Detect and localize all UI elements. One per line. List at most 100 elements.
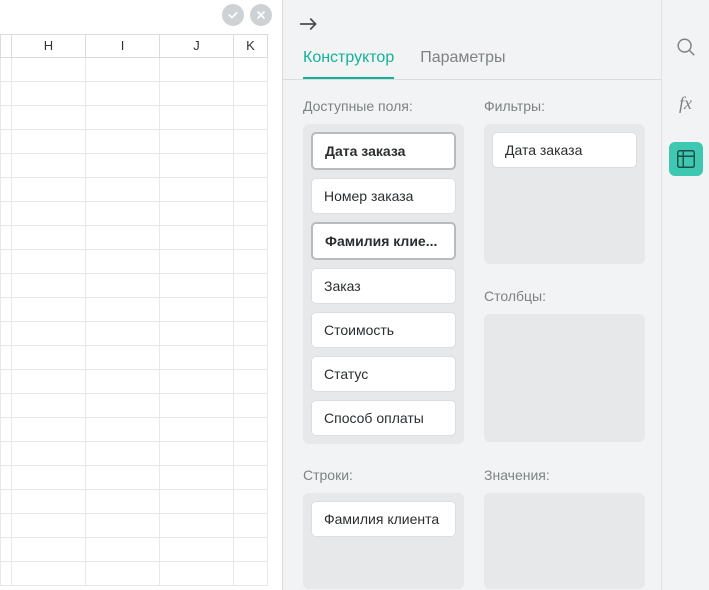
cell[interactable]	[160, 466, 234, 490]
cell[interactable]	[0, 538, 12, 562]
cell[interactable]	[160, 562, 234, 586]
cell[interactable]	[0, 130, 12, 154]
cell[interactable]	[0, 106, 12, 130]
cell[interactable]	[86, 418, 160, 442]
cell[interactable]	[0, 298, 12, 322]
columns-drop[interactable]	[484, 314, 645, 442]
cancel-button[interactable]	[250, 4, 272, 26]
cell[interactable]	[160, 538, 234, 562]
rows-drop[interactable]: Фамилия клиента	[303, 493, 464, 589]
cell[interactable]	[160, 490, 234, 514]
cell[interactable]	[160, 322, 234, 346]
cell[interactable]	[86, 394, 160, 418]
cell[interactable]	[234, 82, 268, 106]
cell[interactable]	[160, 370, 234, 394]
column-header[interactable]: J	[160, 34, 234, 58]
column-header[interactable]	[0, 34, 12, 58]
tab-constructor[interactable]: Конструктор	[303, 49, 394, 80]
cell[interactable]	[12, 154, 86, 178]
cell[interactable]	[12, 322, 86, 346]
cell[interactable]	[86, 370, 160, 394]
field-chip[interactable]: Заказ	[311, 268, 456, 304]
function-tool-icon[interactable]: fx	[669, 86, 703, 120]
cell[interactable]	[86, 322, 160, 346]
cell[interactable]	[160, 442, 234, 466]
cell[interactable]	[234, 154, 268, 178]
cell[interactable]	[234, 106, 268, 130]
cell[interactable]	[0, 202, 12, 226]
filters-drop[interactable]: Дата заказа	[484, 124, 645, 264]
cell[interactable]	[234, 226, 268, 250]
cell[interactable]	[86, 202, 160, 226]
cell[interactable]	[160, 298, 234, 322]
confirm-button[interactable]	[222, 4, 244, 26]
cell[interactable]	[12, 538, 86, 562]
cell[interactable]	[86, 346, 160, 370]
cell[interactable]	[0, 514, 12, 538]
cell[interactable]	[234, 370, 268, 394]
field-chip[interactable]: Стоимость	[311, 312, 456, 348]
cell[interactable]	[234, 538, 268, 562]
cell[interactable]	[86, 466, 160, 490]
cell[interactable]	[86, 250, 160, 274]
cell[interactable]	[0, 466, 12, 490]
cell[interactable]	[12, 490, 86, 514]
cell[interactable]	[0, 370, 12, 394]
search-tool-icon[interactable]	[669, 30, 703, 64]
cell[interactable]	[234, 562, 268, 586]
column-header[interactable]: I	[86, 34, 160, 58]
field-chip[interactable]: Дата заказа	[311, 132, 456, 170]
cell[interactable]	[234, 490, 268, 514]
cell[interactable]	[12, 226, 86, 250]
cell[interactable]	[160, 346, 234, 370]
cell[interactable]	[160, 202, 234, 226]
cell[interactable]	[12, 394, 86, 418]
cell[interactable]	[160, 154, 234, 178]
cell[interactable]	[86, 442, 160, 466]
cell[interactable]	[12, 466, 86, 490]
cell[interactable]	[234, 58, 268, 82]
cell[interactable]	[234, 178, 268, 202]
cell[interactable]	[160, 106, 234, 130]
cell[interactable]	[0, 562, 12, 586]
cell[interactable]	[12, 58, 86, 82]
cell[interactable]	[160, 58, 234, 82]
cell[interactable]	[12, 130, 86, 154]
cell[interactable]	[12, 514, 86, 538]
cell[interactable]	[0, 394, 12, 418]
cell[interactable]	[12, 82, 86, 106]
cell[interactable]	[0, 418, 12, 442]
cell[interactable]	[160, 82, 234, 106]
cell[interactable]	[234, 298, 268, 322]
cell[interactable]	[160, 418, 234, 442]
field-chip[interactable]: Фамилия клие...	[311, 222, 456, 260]
cell[interactable]	[86, 178, 160, 202]
cell[interactable]	[12, 106, 86, 130]
cell[interactable]	[0, 58, 12, 82]
cell[interactable]	[12, 274, 86, 298]
cell[interactable]	[160, 274, 234, 298]
cell[interactable]	[12, 442, 86, 466]
cell[interactable]	[0, 154, 12, 178]
cell[interactable]	[0, 178, 12, 202]
cell[interactable]	[12, 346, 86, 370]
expand-arrow-icon[interactable]	[299, 16, 645, 37]
cell[interactable]	[86, 154, 160, 178]
cell[interactable]	[234, 130, 268, 154]
column-header[interactable]: H	[12, 34, 86, 58]
cell[interactable]	[160, 178, 234, 202]
cell[interactable]	[86, 538, 160, 562]
cell-grid[interactable]: HIJK	[0, 34, 282, 590]
cell[interactable]	[160, 394, 234, 418]
cell[interactable]	[234, 322, 268, 346]
cell[interactable]	[234, 442, 268, 466]
field-chip[interactable]: Способ оплаты	[311, 400, 456, 436]
cell[interactable]	[0, 322, 12, 346]
cell[interactable]	[234, 202, 268, 226]
cell[interactable]	[0, 490, 12, 514]
cell[interactable]	[86, 514, 160, 538]
cell[interactable]	[12, 370, 86, 394]
cell[interactable]	[160, 130, 234, 154]
cell[interactable]	[0, 226, 12, 250]
field-chip[interactable]: Номер заказа	[311, 178, 456, 214]
